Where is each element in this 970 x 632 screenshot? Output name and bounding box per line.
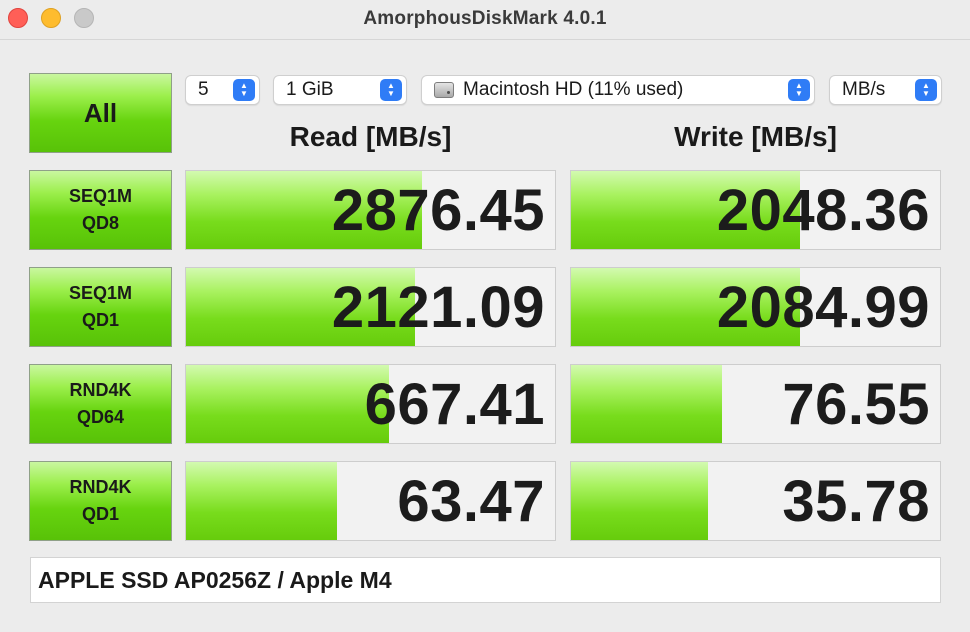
read-result-rnd4k-qd1: 63.47 [185, 461, 556, 541]
window-title: AmorphousDiskMark 4.0.1 [363, 8, 607, 29]
write-result-rnd4k-qd64: 76.55 [570, 364, 941, 444]
unit-select[interactable]: MB/s ▲ ▼ [829, 75, 942, 105]
unit-select-value: MB/s [842, 79, 886, 100]
device-info-field[interactable]: APPLE SSD AP0256Z / Apple M4 [30, 557, 941, 603]
all-button-label: All [83, 97, 118, 128]
write-result-value: 76.55 [782, 371, 930, 437]
read-result-value: 2121.09 [331, 274, 545, 340]
test-label-line1: SEQ1M [68, 186, 133, 206]
select-arrows-icon: ▲ ▼ [233, 79, 255, 101]
write-result-seq1m-qd8: 2048.36 [570, 170, 941, 250]
test-label-line2: QD8 [81, 213, 119, 233]
write-result-value: 35.78 [782, 468, 930, 534]
disk-select[interactable]: Macintosh HD (11% used) ▲ ▼ [421, 75, 815, 105]
read-result-seq1m-qd1: 2121.09 [185, 267, 556, 347]
write-result-value: 2084.99 [716, 274, 930, 340]
select-arrows-icon: ▲ ▼ [788, 79, 810, 101]
rnd4k-qd64-button[interactable]: RND4K QD64 [29, 364, 172, 444]
read-result-bar [186, 365, 389, 443]
test-label-line1: SEQ1M [68, 283, 133, 303]
select-arrows-icon: ▲ ▼ [915, 79, 937, 101]
write-result-value: 2048.36 [716, 177, 930, 243]
count-select-value: 5 [198, 79, 209, 100]
write-result-bar [571, 365, 723, 443]
test-label-line1: RND4K [69, 380, 132, 400]
read-result-bar [186, 462, 338, 540]
read-column-header: Read [MB/s] [289, 121, 452, 152]
seq1m-qd8-button[interactable]: SEQ1M QD8 [29, 170, 172, 250]
size-select[interactable]: 1 GiB ▲ ▼ [273, 75, 407, 105]
seq1m-qd1-button[interactable]: SEQ1M QD1 [29, 267, 172, 347]
write-result-bar [571, 462, 708, 540]
read-result-rnd4k-qd64: 667.41 [185, 364, 556, 444]
write-result-seq1m-qd1: 2084.99 [570, 267, 941, 347]
title-bar: AmorphousDiskMark 4.0.1 [0, 0, 970, 40]
test-label-line2: QD1 [81, 310, 119, 330]
read-result-value: 667.41 [364, 371, 545, 437]
test-label-line2: QD64 [76, 407, 125, 427]
all-button[interactable]: All [29, 73, 172, 153]
disk-select-value: Macintosh HD (11% used) [463, 79, 684, 100]
read-result-value: 2876.45 [331, 177, 545, 243]
test-label-line1: RND4K [69, 477, 132, 497]
size-select-value: 1 GiB [286, 79, 334, 100]
device-info-text: APPLE SSD AP0256Z / Apple M4 [38, 566, 392, 593]
read-result-seq1m-qd8: 2876.45 [185, 170, 556, 250]
test-label-line2: QD1 [81, 504, 119, 524]
write-column-header: Write [MB/s] [674, 121, 837, 152]
main-panel: All 5 ▲ ▼ 1 GiB ▲ ▼ Macintosh HD (11% used… [0, 41, 970, 632]
read-result-value: 63.47 [397, 468, 545, 534]
write-result-rnd4k-qd1: 35.78 [570, 461, 941, 541]
rnd4k-qd1-button[interactable]: RND4K QD1 [29, 461, 172, 541]
select-arrows-icon: ▲ ▼ [380, 79, 402, 101]
hard-disk-icon [434, 82, 454, 98]
count-select[interactable]: 5 ▲ ▼ [185, 75, 260, 105]
